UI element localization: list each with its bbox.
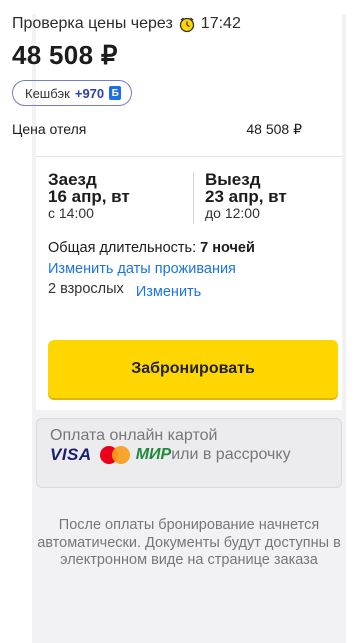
checkout-title: Выезд — [205, 170, 261, 189]
price-check-label: Проверка цены через — [12, 15, 173, 32]
mir-logo: МИР — [135, 446, 172, 463]
checkin-block: Заезд 16 апр, вт с 14:00 — [48, 171, 130, 222]
change-guests-link[interactable]: Изменить — [136, 284, 201, 300]
guests-row: 2 взрослых Изменить — [48, 281, 201, 300]
cashback-points-icon: Б — [109, 86, 122, 100]
hotel-price-label: Цена отеля — [12, 121, 87, 137]
checkout-time: до 12:00 — [205, 205, 260, 221]
guests-count: 2 взрослых — [48, 281, 124, 297]
duration-row: Общая длительность: 7 ночей — [48, 240, 255, 256]
checkout-block: Выезд 23 апр, вт до 12:00 — [205, 171, 287, 222]
dates-separator — [193, 172, 194, 224]
duration-label: Общая длительность: — [48, 240, 197, 256]
installment-text: или в рассрочку — [171, 446, 291, 463]
cashback-badge[interactable]: Кешбэк +970 Б — [12, 80, 133, 106]
cashback-amount: +970 — [74, 85, 105, 101]
visa-logo: VISA — [50, 445, 92, 464]
checkout-date: 23 апр, вт — [205, 187, 287, 206]
payment-title: Оплата онлайн картой — [50, 427, 218, 444]
checkin-time: с 14:00 — [48, 205, 94, 221]
mastercard-icon — [99, 446, 130, 464]
hotel-price-value: 48 508 ₽ — [246, 121, 302, 137]
price-check-timer: Проверка цены через 17:42 — [12, 15, 241, 33]
timer-icon — [178, 15, 196, 33]
total-price: 48 508 ₽ — [12, 40, 118, 70]
duration-value: 7 ночей — [200, 240, 255, 256]
checkin-title: Заезд — [48, 170, 97, 189]
divider — [36, 156, 342, 157]
payment-methods: VISA МИР или в рассрочку — [50, 445, 291, 465]
cashback-label: Кешбэк — [25, 85, 70, 101]
book-button[interactable]: Забронировать — [48, 340, 338, 398]
timer-value: 17:42 — [200, 15, 241, 32]
checkin-date: 16 апр, вт — [48, 187, 130, 206]
hotel-price-row: Цена отеля 48 508 ₽ — [12, 121, 302, 138]
post-payment-note: После оплаты бронирование начнется автом… — [37, 517, 341, 568]
change-dates-link[interactable]: Изменить даты проживания — [48, 261, 236, 277]
